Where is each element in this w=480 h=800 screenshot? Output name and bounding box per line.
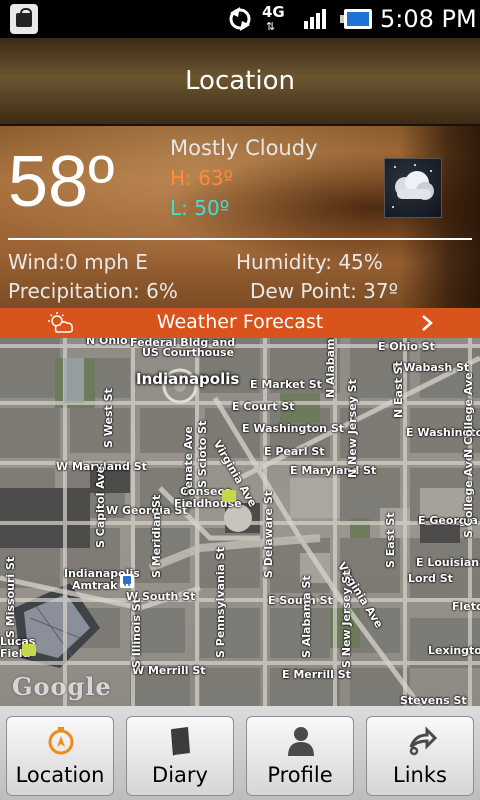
high-temperature: H: 63º bbox=[170, 166, 234, 190]
street-label: E Ohio St bbox=[378, 340, 435, 353]
current-temperature: 58º bbox=[8, 142, 115, 222]
nav-location-button[interactable]: Location bbox=[6, 716, 114, 796]
dew-point-value: Dew Point: 37º bbox=[250, 279, 399, 303]
street-label: S Missouri St bbox=[4, 556, 17, 638]
nav-label: Profile bbox=[267, 763, 333, 787]
street-label: Stevens St bbox=[400, 694, 467, 706]
title-bar: Location bbox=[0, 38, 480, 126]
map-view[interactable]: Indianapolis Federal Bldg and US Courtho… bbox=[0, 338, 480, 706]
weather-forecast-button[interactable]: Weather Forecast bbox=[0, 308, 480, 338]
street-label: S Capitol Ave bbox=[94, 465, 107, 548]
signal-strength-icon bbox=[304, 9, 326, 29]
compass-icon bbox=[48, 727, 74, 755]
street-label: S East St bbox=[384, 512, 397, 568]
weather-panel: 58º Mostly Cloudy H: 63º L: 50º Wind:0 m… bbox=[0, 126, 480, 308]
street-label: US Courthouse bbox=[142, 346, 235, 359]
page-title: Location bbox=[185, 66, 295, 96]
street-label: S Delaware St bbox=[262, 490, 275, 578]
wind-value: Wind:0 mph E bbox=[8, 250, 148, 274]
nav-label: Links bbox=[393, 763, 447, 787]
street-label: S Meridian St bbox=[150, 494, 163, 578]
street-label: S New Jersey St bbox=[340, 570, 353, 668]
person-icon bbox=[288, 727, 314, 756]
street-label: S Illinois St bbox=[130, 598, 143, 668]
status-bar: 4G ⇅ 5:08 PM bbox=[0, 0, 480, 38]
street-label: N New Jersey St bbox=[346, 379, 359, 478]
street-label: N Alabama St bbox=[324, 338, 337, 398]
share-icon bbox=[409, 726, 437, 756]
street-label: N College Ave bbox=[462, 372, 475, 458]
street-label: S Scioto St bbox=[196, 420, 209, 488]
divider bbox=[8, 238, 472, 240]
street-label: E Washington St bbox=[242, 422, 345, 435]
street-label: E Louisiana St bbox=[416, 556, 480, 569]
battery-icon bbox=[340, 9, 372, 29]
city-label: Indianapolis bbox=[136, 370, 240, 388]
street-label: E Maryland St bbox=[290, 464, 377, 477]
shopping-bag-notification-icon bbox=[10, 4, 38, 34]
street-label: N East St bbox=[392, 361, 405, 418]
street-label: E Market St bbox=[250, 378, 322, 391]
mostly-cloudy-icon bbox=[384, 158, 442, 218]
clock: 5:08 PM bbox=[380, 5, 477, 33]
street-label: N Ohio bbox=[86, 338, 128, 347]
street-label: E Pearl St bbox=[264, 445, 325, 458]
google-attribution: Google bbox=[12, 672, 112, 701]
poi-marker-icon bbox=[22, 644, 36, 656]
bottom-navigation: Location Diary Profile Links bbox=[0, 706, 480, 800]
street-label: S Alabama St bbox=[300, 575, 313, 658]
network-type: 4G bbox=[262, 3, 285, 21]
nav-profile-button[interactable]: Profile bbox=[246, 716, 354, 796]
street-label: Fletcher bbox=[452, 600, 480, 613]
nav-label: Location bbox=[15, 763, 105, 787]
street-label: S West St bbox=[102, 388, 115, 448]
nav-label: Diary bbox=[152, 763, 208, 787]
book-icon bbox=[171, 727, 190, 756]
street-label: E Court St bbox=[232, 400, 295, 413]
nav-links-button[interactable]: Links bbox=[366, 716, 474, 796]
place-label-amtrak: Amtrak bbox=[72, 579, 118, 592]
weather-forecast-label: Weather Forecast bbox=[156, 311, 324, 333]
street-label: S College Ave bbox=[462, 453, 475, 538]
street-label: E Merrill St bbox=[282, 668, 351, 681]
sync-icon bbox=[229, 7, 251, 31]
nav-diary-button[interactable]: Diary bbox=[126, 716, 234, 796]
train-station-icon bbox=[120, 574, 134, 588]
street-label: Lord St bbox=[408, 572, 453, 585]
low-temperature: L: 50º bbox=[170, 196, 230, 220]
data-activity-icon: ⇅ bbox=[266, 20, 276, 33]
chevron-right-icon bbox=[422, 315, 433, 331]
street-label: Lexington Ave bbox=[428, 644, 480, 657]
satellite-imagery bbox=[0, 338, 480, 706]
poi-marker-icon bbox=[222, 490, 236, 502]
street-label: S Pennsylvania St bbox=[214, 546, 227, 658]
precipitation-value: Precipitation: 6% bbox=[8, 279, 178, 303]
humidity-value: Humidity: 45% bbox=[236, 250, 383, 274]
street-label: W Merrill St bbox=[132, 664, 206, 677]
weather-condition: Mostly Cloudy bbox=[170, 136, 318, 160]
